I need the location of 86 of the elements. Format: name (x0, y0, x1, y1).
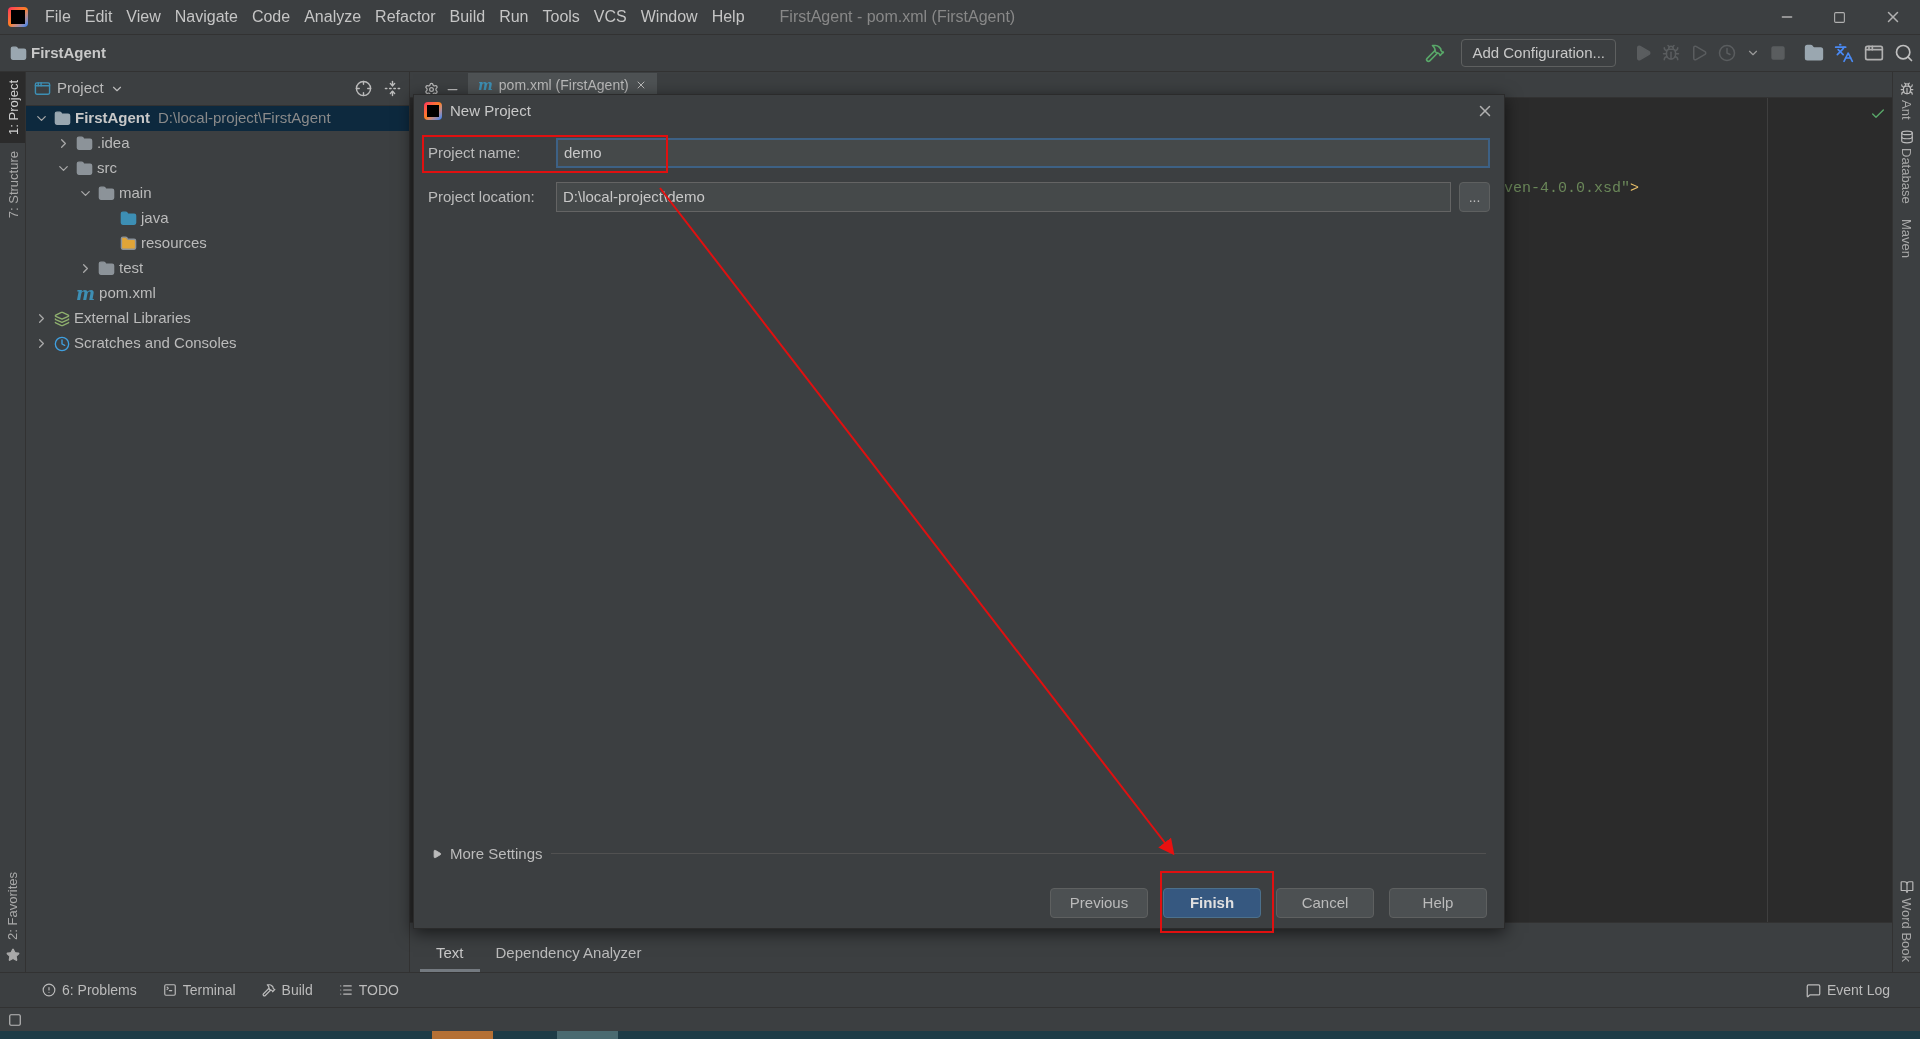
project-folder-icon (10, 44, 27, 62)
breadcrumb[interactable]: FirstAgent (31, 41, 106, 65)
tree-item[interactable]: resources (26, 231, 409, 256)
folder-icon (76, 160, 93, 177)
terminal-icon (162, 983, 177, 997)
side-tab[interactable]: Word Book (1896, 897, 1917, 962)
tree-item[interactable]: java (26, 206, 409, 231)
side-tab[interactable]: Maven (1896, 219, 1917, 259)
hammer-icon (261, 983, 276, 997)
side-tab[interactable]: 1: Project (0, 72, 25, 143)
bottom-tab[interactable]: Text (420, 938, 480, 972)
book-icon (1899, 879, 1914, 894)
side-tab[interactable]: Database (1896, 147, 1917, 204)
tree-item[interactable]: .idea (26, 131, 409, 156)
balloon-icon (1805, 982, 1821, 998)
bottom-tab[interactable]: Dependency Analyzer (479, 938, 658, 972)
browse-button[interactable]: ... (1459, 182, 1490, 212)
hammer-icon[interactable] (1425, 43, 1446, 63)
tool-window-button[interactable]: Terminal (162, 979, 236, 1001)
field-label: Project name: (428, 142, 522, 163)
app-logo-icon (424, 102, 442, 120)
menu-item[interactable]: Window (635, 5, 703, 29)
resources-folder-icon (120, 235, 137, 252)
side-tab[interactable]: 2: Favorites (0, 864, 27, 948)
window-title: FirstAgent - pom.xml (FirstAgent) (779, 7, 1016, 27)
menu-item[interactable]: View (121, 5, 166, 29)
code-line: ven-4.0.0.xsd"> (1504, 180, 1640, 197)
tool-window-button[interactable]: TODO (338, 979, 399, 1001)
dialog-button[interactable]: Help (1389, 888, 1487, 918)
dialog-button[interactable]: Previous (1050, 888, 1148, 918)
text-field[interactable]: demo (556, 138, 1490, 168)
tree-item[interactable]: test (26, 256, 409, 281)
folder-icon (98, 185, 115, 202)
search-icon[interactable] (1894, 43, 1914, 63)
menu-item[interactable]: Build (444, 5, 491, 29)
scratches-icon (54, 335, 70, 352)
editor-tab[interactable]: m pom.xml (FirstAgent) (468, 73, 657, 97)
source-folder-icon (120, 210, 137, 227)
menu-item[interactable]: Code (246, 5, 296, 29)
collapse-icon[interactable] (384, 80, 401, 97)
menu-item[interactable]: Analyze (299, 5, 367, 29)
menu-item[interactable]: File (40, 5, 76, 29)
menu-item[interactable]: Refactor (370, 5, 441, 29)
layout-icon[interactable] (8, 1012, 22, 1027)
folder-icon (76, 135, 93, 152)
restore-icon[interactable] (1833, 10, 1846, 24)
expand-icon (432, 848, 442, 859)
panel-title[interactable]: Project (57, 77, 104, 100)
menu-item[interactable]: VCS (588, 5, 632, 29)
tree-item[interactable]: m pom.xml (26, 281, 409, 306)
tree-item[interactable]: External Libraries (26, 306, 409, 331)
list-icon (338, 983, 353, 997)
folder-icon (98, 260, 115, 277)
more-settings-toggle[interactable]: More Settings (432, 842, 543, 865)
star-icon (5, 948, 20, 962)
menu-item[interactable]: Edit (79, 5, 118, 29)
side-tab[interactable]: 7: Structure (0, 142, 25, 227)
tree-item[interactable]: FirstAgent D:\local-project\FirstAgent (26, 106, 409, 131)
menu-item[interactable]: Help (706, 5, 750, 29)
dialog-title: New Project (450, 100, 531, 121)
dialog-button[interactable]: Finish (1163, 888, 1261, 918)
settings-icon[interactable] (424, 82, 439, 97)
tree-item[interactable]: Scratches and Consoles (26, 331, 409, 356)
libraries-icon (54, 310, 70, 327)
locate-icon[interactable] (355, 80, 372, 97)
tree-item[interactable]: main (26, 181, 409, 206)
module-folder-icon (54, 110, 71, 127)
event-log-button[interactable]: Event Log (1805, 979, 1890, 1001)
dialog-button[interactable]: Cancel (1276, 888, 1374, 918)
tool-window-button[interactable]: Build (261, 979, 313, 1001)
tree-item[interactable]: src (26, 156, 409, 181)
side-tab[interactable]: Ant (1896, 100, 1917, 120)
add-configuration-button[interactable]: Add Configuration... (1461, 39, 1616, 67)
menu-item[interactable]: Run (494, 5, 534, 29)
maven-icon: m (478, 74, 493, 96)
window-icon[interactable] (1864, 43, 1884, 63)
maven-icon: m (76, 284, 96, 303)
alert-icon (42, 983, 56, 997)
panel-icon (34, 80, 51, 97)
app-logo-icon (8, 7, 28, 27)
menu-item[interactable]: Tools (537, 5, 585, 29)
field-label: Project location: (428, 186, 536, 207)
menu-item[interactable]: Navigate (169, 5, 243, 29)
database-icon (1899, 129, 1914, 144)
tool-window-button[interactable]: 6: Problems (42, 979, 137, 1001)
translate-icon[interactable] (1834, 43, 1854, 63)
